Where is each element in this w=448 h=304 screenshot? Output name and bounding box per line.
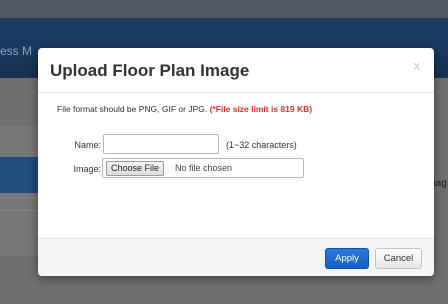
notice-text: File format should be PNG, GIF or JPG. <box>57 104 210 114</box>
background-title: ess M <box>0 44 33 58</box>
apply-button[interactable]: Apply <box>325 248 369 269</box>
image-label: Image: <box>73 164 101 174</box>
background-divider <box>0 210 40 211</box>
image-file-input[interactable]: Choose File No file chosen <box>102 158 304 178</box>
name-input[interactable] <box>103 134 219 154</box>
name-label: Name: <box>74 140 101 150</box>
file-format-notice: File format should be PNG, GIF or JPG. (… <box>57 104 312 114</box>
file-size-warning: (*File size limit is 819 KB) <box>209 104 313 114</box>
choose-file-button[interactable]: Choose File <box>106 161 165 176</box>
cancel-button[interactable]: Cancel <box>375 248 422 269</box>
background-side-tab <box>0 157 40 193</box>
upload-floor-plan-dialog: Upload Floor Plan Image x File format sh… <box>38 48 434 276</box>
dialog-title: Upload Floor Plan Image <box>50 61 250 80</box>
header-divider <box>38 92 434 93</box>
name-length-hint: (1~32 characters) <box>226 140 297 150</box>
file-status-text: No file chosen <box>175 163 233 173</box>
dialog-footer: Apply Cancel <box>38 239 434 276</box>
background-top-bar <box>0 0 448 18</box>
close-icon[interactable]: x <box>414 58 421 73</box>
